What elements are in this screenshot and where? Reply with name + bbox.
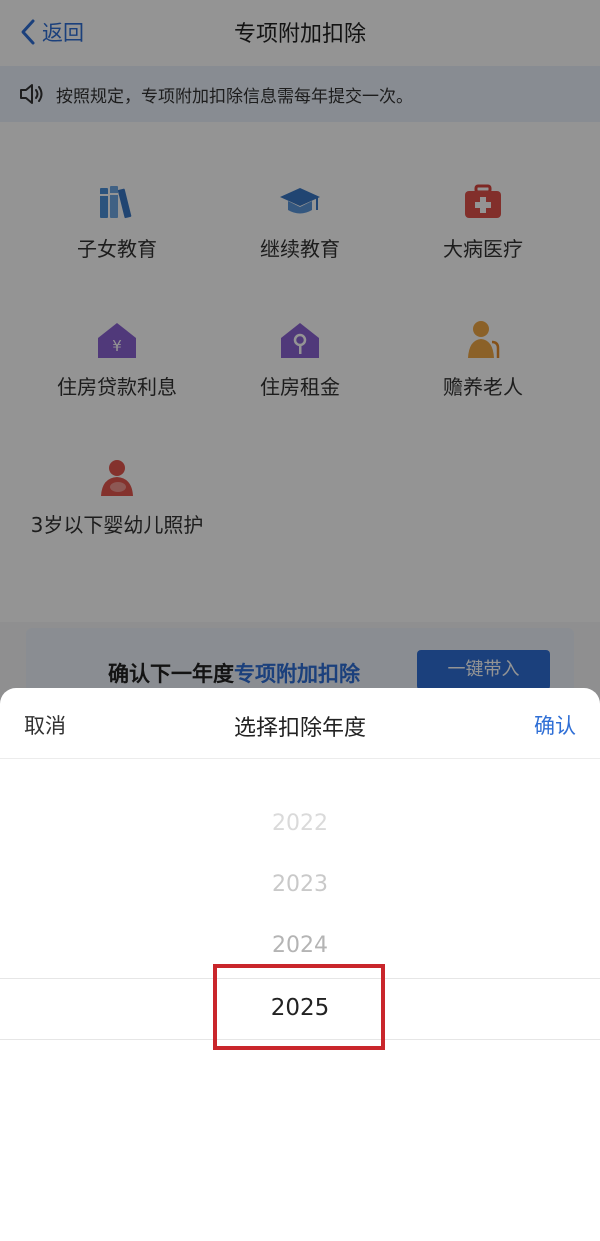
year-option[interactable]: 2023: [0, 865, 600, 905]
cancel-button[interactable]: 取消: [24, 710, 66, 740]
year-option[interactable]: 2024: [0, 926, 600, 966]
year-picker-sheet: 取消 选择扣除年度 确认 2022 2023 2024 2025: [0, 688, 600, 1241]
sheet-header: 取消 选择扣除年度 确认: [0, 688, 600, 759]
confirm-button[interactable]: 确认: [534, 710, 576, 740]
year-option[interactable]: 2022: [0, 804, 600, 844]
selected-year-highlight-box: [213, 964, 385, 1050]
sheet-title: 选择扣除年度: [233, 716, 366, 741]
